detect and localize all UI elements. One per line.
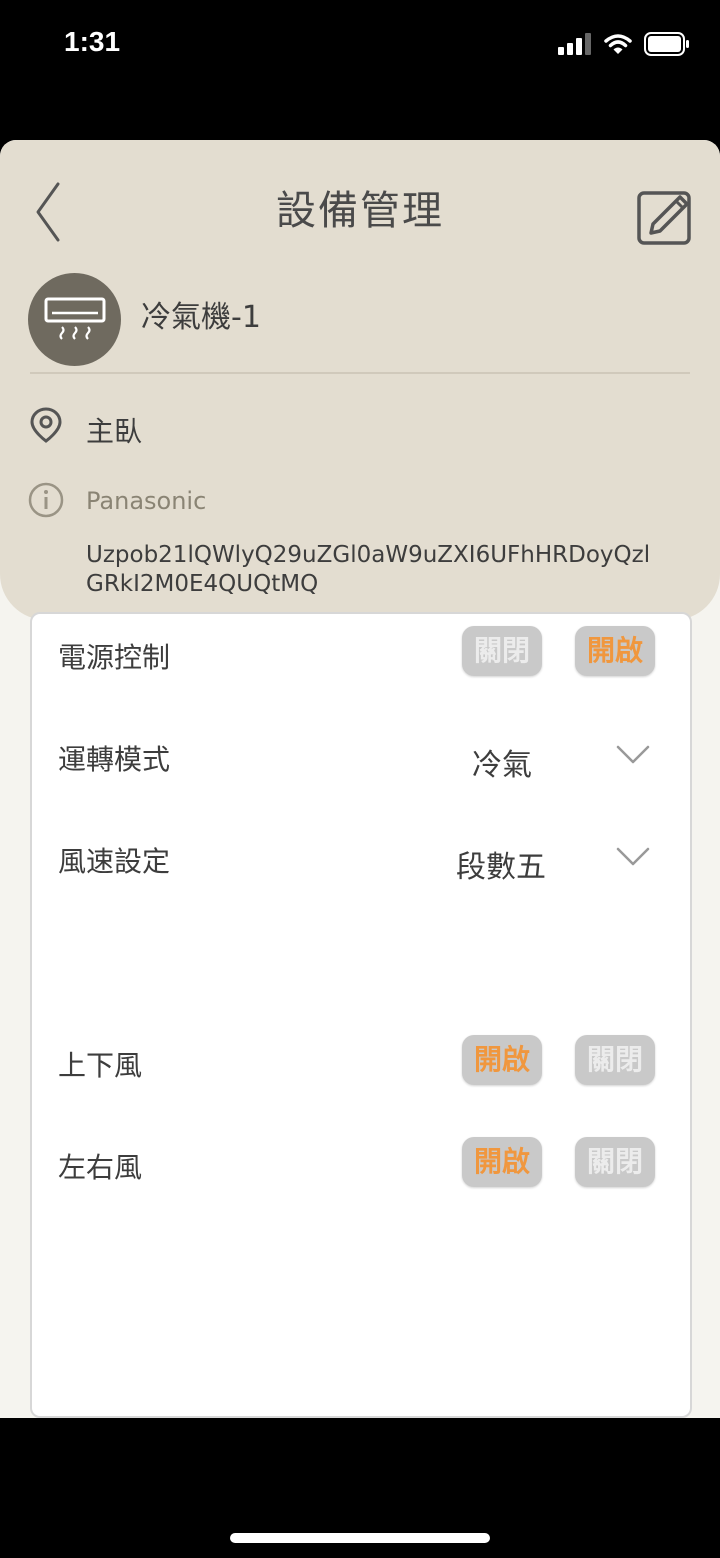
page-title: 設備管理 — [276, 188, 444, 234]
vertical-swing-on-button[interactable]: 開啟 — [462, 1035, 542, 1085]
horizontal-swing-on-button[interactable]: 開啟 — [462, 1137, 542, 1187]
fan-speed-label: 風速設定 — [58, 845, 171, 878]
status-bar: 1:31 — [0, 0, 720, 90]
device-id: Uzpob21lQWlyQ29uZGl0aW9uZXI6UFhHRDoyQzlG… — [86, 542, 651, 597]
location-pin-icon — [30, 407, 62, 443]
info-icon — [28, 482, 64, 518]
power-on-button[interactable]: 開啟 — [575, 626, 655, 676]
battery-icon — [644, 32, 689, 56]
status-time: 1:31 — [64, 26, 121, 57]
status-icons — [558, 30, 690, 58]
divider — [30, 372, 690, 374]
mode-label: 運轉模式 — [58, 743, 171, 776]
wifi-icon — [604, 34, 632, 54]
vertical-swing-off-button[interactable]: 關閉 — [575, 1035, 655, 1085]
device-location: 主臥 — [86, 415, 143, 448]
mode-select-value[interactable]: 冷氣 — [472, 740, 532, 784]
power-off-button[interactable]: 關閉 — [462, 626, 542, 676]
device-management-screen: 設備管理 冷氣機-1 主臥 Panasonic Uzpob21lQWlyQ29u… — [0, 140, 720, 1418]
mode-chevron-down-icon[interactable] — [615, 744, 651, 766]
signal-icon — [558, 33, 591, 55]
home-indicator[interactable] — [230, 1533, 490, 1543]
vertical-swing-label: 上下風 — [58, 1049, 143, 1082]
device-name: 冷氣機-1 — [141, 300, 261, 335]
fan-speed-select-value[interactable]: 段數五 — [456, 842, 546, 886]
power-control-label: 電源控制 — [58, 641, 171, 674]
horizontal-swing-off-button[interactable]: 關閉 — [575, 1137, 655, 1187]
edit-icon[interactable] — [636, 188, 694, 246]
control-panel: 電源控制 關閉 開啟 運轉模式 冷氣 風速設定 段數五 上下風 開啟 關閉 左右… — [30, 612, 692, 1418]
horizontal-swing-label: 左右風 — [58, 1151, 143, 1184]
device-avatar — [28, 273, 121, 366]
air-conditioner-icon — [44, 297, 105, 340]
fan-speed-chevron-down-icon[interactable] — [615, 846, 651, 868]
device-brand: Panasonic — [86, 487, 207, 515]
